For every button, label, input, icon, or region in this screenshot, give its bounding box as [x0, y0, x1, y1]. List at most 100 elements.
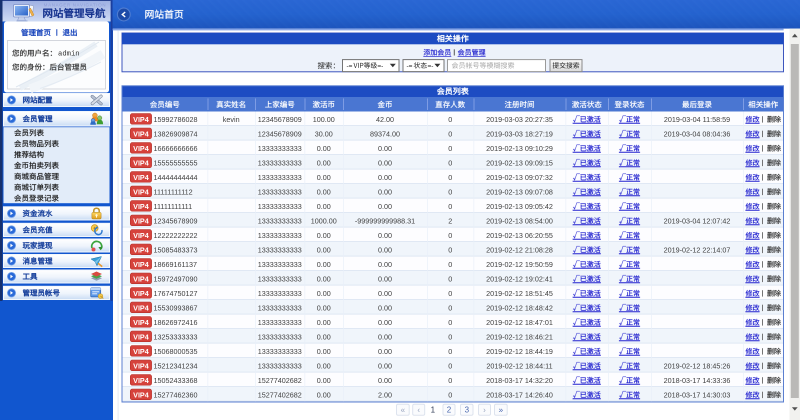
- svg-text:15052433368: 15052433368: [154, 376, 198, 385]
- svg-text:42.00: 42.00: [376, 115, 394, 124]
- svg-text:MANAGER NAVIGATION: MANAGER NAVIGATION: [44, 3, 106, 8]
- svg-text:0.00: 0.00: [317, 274, 331, 283]
- svg-text:2019-02-12 19:02:41: 2019-02-12 19:02:41: [486, 274, 553, 283]
- svg-text:2019-02-12 18:46:21: 2019-02-12 18:46:21: [486, 332, 553, 341]
- svg-text:0.00: 0.00: [317, 332, 331, 341]
- svg-text:16666666666: 16666666666: [154, 144, 198, 153]
- svg-text:100.00: 100.00: [313, 115, 335, 124]
- svg-text:0.00: 0.00: [378, 231, 392, 240]
- svg-text:13333333333: 13333333333: [258, 332, 302, 341]
- svg-text:0.00: 0.00: [378, 332, 392, 341]
- svg-text:2019-02-12 18:48:42: 2019-02-12 18:48:42: [486, 303, 553, 312]
- svg-text:3: 3: [465, 405, 470, 414]
- svg-text:13333333333: 13333333333: [258, 347, 302, 356]
- svg-text:2019-02-13 09:09:15: 2019-02-13 09:09:15: [486, 158, 553, 167]
- svg-text:15555555555: 15555555555: [154, 158, 198, 167]
- svg-text:12222222222: 12222222222: [154, 231, 198, 240]
- svg-text:0: 0: [448, 289, 452, 298]
- svg-text:13826909874: 13826909874: [154, 129, 198, 138]
- svg-text:15068000535: 15068000535: [154, 347, 198, 356]
- svg-text:13333333333: 13333333333: [258, 318, 302, 327]
- svg-text:admin: admin: [58, 51, 80, 59]
- svg-text:12345678909: 12345678909: [258, 115, 302, 124]
- svg-text:2019-02-13 09:07:08: 2019-02-13 09:07:08: [486, 187, 553, 196]
- svg-text:18626972416: 18626972416: [154, 318, 198, 327]
- svg-text:0.00: 0.00: [378, 376, 392, 385]
- svg-text:0.00: 0.00: [317, 173, 331, 182]
- svg-text:-999999999988.31: -999999999988.31: [355, 216, 415, 225]
- svg-text:0.00: 0.00: [317, 289, 331, 298]
- svg-text:0.00: 0.00: [317, 144, 331, 153]
- svg-text:kevin: kevin: [223, 115, 240, 124]
- svg-text:2: 2: [448, 216, 452, 225]
- svg-text:2018-03-17 14:32:20: 2018-03-17 14:32:20: [486, 376, 553, 385]
- svg-text:0: 0: [448, 245, 452, 254]
- svg-text:15212341234: 15212341234: [154, 361, 198, 370]
- svg-text:2019-02-13 09:05:42: 2019-02-13 09:05:42: [486, 202, 553, 211]
- svg-text:2019-03-04 12:07:42: 2019-03-04 12:07:42: [664, 216, 731, 225]
- svg-text:0.00: 0.00: [317, 390, 331, 399]
- svg-text:0.00: 0.00: [378, 158, 392, 167]
- svg-text:13333333333: 13333333333: [258, 303, 302, 312]
- svg-text:13333333333: 13333333333: [258, 202, 302, 211]
- svg-text:0: 0: [448, 129, 452, 138]
- svg-text:0.00: 0.00: [317, 361, 331, 370]
- svg-text:0: 0: [448, 187, 452, 196]
- svg-text:0.00: 0.00: [317, 231, 331, 240]
- svg-text:30.00: 30.00: [315, 129, 333, 138]
- svg-text:0.00: 0.00: [317, 260, 331, 269]
- svg-text:-=: -=: [347, 63, 353, 70]
- svg-text:0: 0: [448, 274, 452, 283]
- svg-text:0: 0: [448, 231, 452, 240]
- svg-text:2.00: 2.00: [378, 390, 392, 399]
- svg-text:0: 0: [448, 158, 452, 167]
- svg-text:0: 0: [448, 303, 452, 312]
- svg-text:11111111111: 11111111111: [154, 202, 193, 211]
- svg-text:0.00: 0.00: [317, 187, 331, 196]
- svg-text:13253333333: 13253333333: [154, 332, 198, 341]
- svg-text:13333333333: 13333333333: [258, 144, 302, 153]
- svg-text:0.00: 0.00: [317, 318, 331, 327]
- svg-text:0.00: 0.00: [378, 303, 392, 312]
- svg-text:=-: =-: [428, 63, 434, 70]
- svg-text:12345678909: 12345678909: [154, 216, 198, 225]
- svg-text:0.00: 0.00: [378, 361, 392, 370]
- svg-text:»: »: [499, 405, 504, 414]
- svg-text:0.00: 0.00: [378, 245, 392, 254]
- svg-text:0.00: 0.00: [317, 202, 331, 211]
- svg-text:0: 0: [448, 202, 452, 211]
- svg-text:13333333333: 13333333333: [258, 274, 302, 283]
- svg-text:0: 0: [448, 115, 452, 124]
- svg-text:2019-03-03 20:27:35: 2019-03-03 20:27:35: [486, 115, 553, 124]
- svg-text:‹: ‹: [417, 405, 420, 414]
- svg-text:12345678909: 12345678909: [258, 129, 302, 138]
- svg-text:0.00: 0.00: [378, 187, 392, 196]
- svg-text:0.00: 0.00: [378, 260, 392, 269]
- svg-text:2019-02-12 21:08:28: 2019-02-12 21:08:28: [486, 245, 553, 254]
- svg-text:-=: -=: [407, 63, 413, 70]
- svg-text:0: 0: [448, 361, 452, 370]
- svg-text:15277402682: 15277402682: [258, 390, 302, 399]
- svg-text:2019-02-12 19:50:59: 2019-02-12 19:50:59: [486, 260, 553, 269]
- svg-text:13333333333: 13333333333: [258, 173, 302, 182]
- svg-text:2: 2: [447, 405, 452, 414]
- svg-text:15085483373: 15085483373: [154, 245, 198, 254]
- svg-text:0.00: 0.00: [317, 347, 331, 356]
- svg-text:0: 0: [448, 347, 452, 356]
- svg-text:13333333333: 13333333333: [258, 216, 302, 225]
- svg-text:0.00: 0.00: [317, 158, 331, 167]
- svg-text:0.00: 0.00: [317, 376, 331, 385]
- svg-text:0.00: 0.00: [378, 289, 392, 298]
- svg-text:2019-02-12 18:44:19: 2019-02-12 18:44:19: [486, 347, 553, 356]
- svg-text:0: 0: [448, 260, 452, 269]
- svg-text:0.00: 0.00: [378, 144, 392, 153]
- svg-text:13333333333: 13333333333: [258, 361, 302, 370]
- svg-text:0.00: 0.00: [378, 318, 392, 327]
- svg-text:13333333333: 13333333333: [258, 231, 302, 240]
- svg-text:0.00: 0.00: [317, 303, 331, 312]
- svg-text:0: 0: [448, 390, 452, 399]
- svg-text:0.00: 0.00: [378, 173, 392, 182]
- svg-text:2019-02-13 06:20:55: 2019-02-13 06:20:55: [486, 231, 553, 240]
- svg-text:2019-02-12 18:47:01: 2019-02-12 18:47:01: [486, 318, 553, 327]
- svg-text:0.00: 0.00: [378, 347, 392, 356]
